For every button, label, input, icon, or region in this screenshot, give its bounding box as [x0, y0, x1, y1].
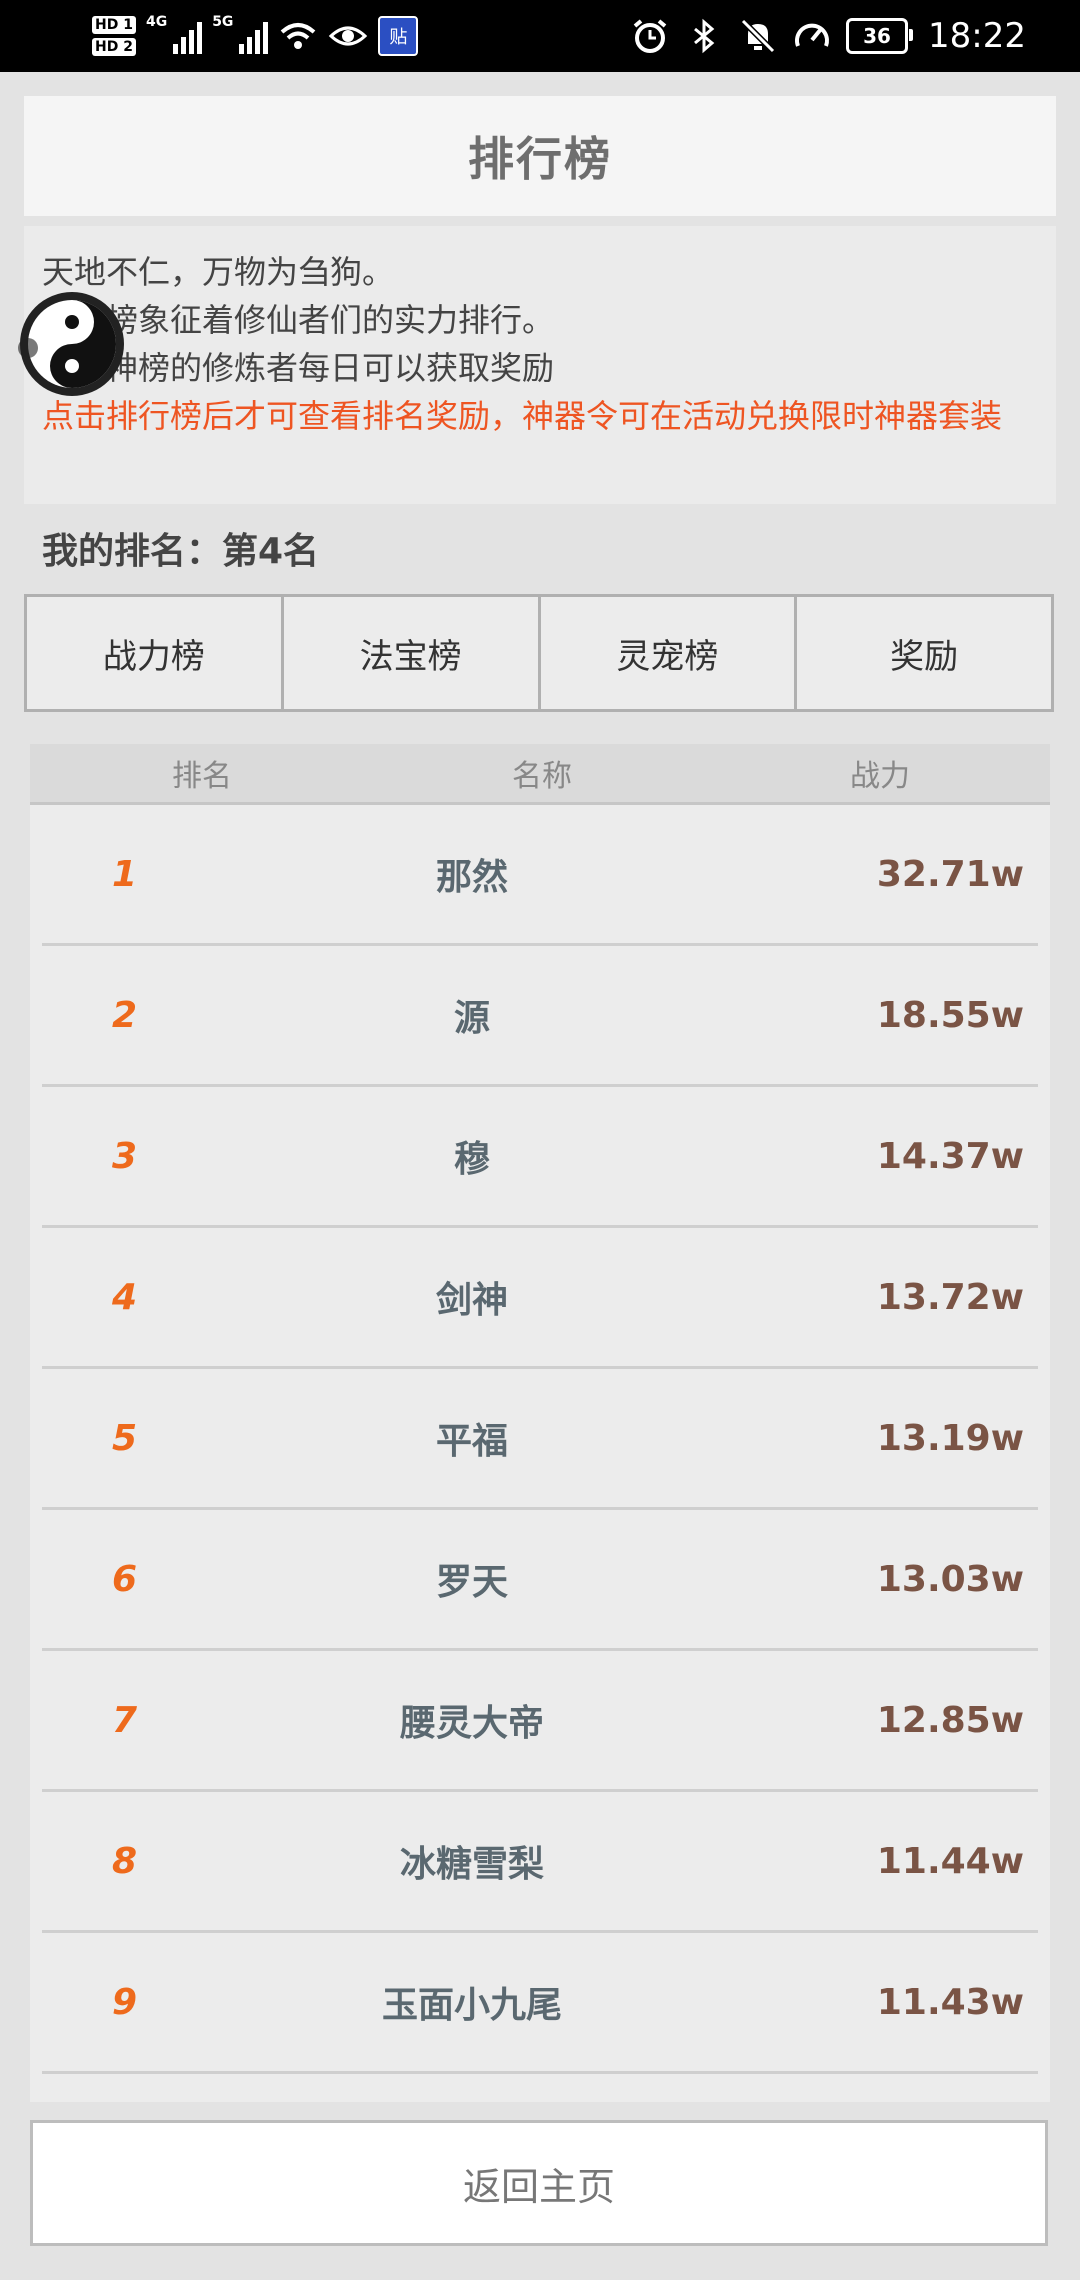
row-power: 18.55w [876, 994, 1024, 1036]
page-title: 排行榜 [468, 132, 612, 186]
tab-spirit-pet[interactable]: 灵宠榜 [541, 597, 798, 709]
return-home-button[interactable]: 返回主页 [30, 2120, 1048, 2246]
app-notification-icon: 贴 [378, 16, 419, 56]
speed-gauge-icon [795, 23, 829, 47]
table-row[interactable]: 6 罗天 13.03w [42, 1510, 1038, 1651]
battery-icon: 36 [846, 18, 914, 54]
tab-combat-power[interactable]: 战力榜 [27, 597, 284, 709]
row-name: 腰灵大帝 [399, 1703, 544, 1744]
description-line-1: 天地不仁，万物为刍狗。 [42, 253, 395, 291]
header-power: 战力 [850, 759, 910, 794]
row-name: 罗天 [435, 1562, 508, 1603]
row-power: 11.43w [876, 1981, 1024, 2023]
hd2-badge: HD 2 [92, 38, 136, 56]
mute-bell-icon [740, 18, 776, 54]
table-rows: 1 那然 32.71w 2 源 18.55w 3 穆 14.37w 4 剑神 1… [30, 805, 1050, 2074]
signal-icon-2 [239, 18, 269, 54]
network-type-1: 4G [145, 14, 168, 30]
header-name: 名称 [512, 759, 572, 794]
bluetooth-icon [694, 18, 715, 54]
description-panel: 天地不仁，万物为刍狗。 榜象征着修仙者们的实力排行。 神榜的修炼者每日可以获取奖… [24, 226, 1056, 504]
ranking-table[interactable]: 排名 名称 战力 1 那然 32.71w 2 源 18.55w 3 穆 14.3… [30, 744, 1050, 2102]
status-right: 36 18:22 [630, 6, 1026, 66]
description-line-2: 榜象征着修仙者们的实力排行。 [42, 301, 555, 339]
row-name: 源 [453, 998, 490, 1039]
row-power: 11.44w [876, 1840, 1024, 1882]
row-name: 那然 [435, 857, 508, 898]
table-row[interactable]: 5 平福 13.19w [42, 1369, 1038, 1510]
status-left: HD 1 HD 2 4G 5G 贴 [92, 6, 419, 66]
sim-indicators: HD 1 HD 2 [92, 16, 136, 56]
title-bar: 排行榜 [24, 96, 1056, 216]
yin-yang-float-icon[interactable] [14, 288, 126, 400]
alarm-icon [633, 19, 667, 53]
row-name: 冰糖雪梨 [399, 1844, 544, 1885]
row-name: 平福 [435, 1421, 508, 1462]
row-power: 13.03w [876, 1558, 1024, 1600]
clock: 18:22 [928, 16, 1026, 56]
row-name: 玉面小九尾 [381, 1985, 562, 2026]
table-header: 排名 名称 战力 [30, 744, 1050, 805]
table-row[interactable]: 7 腰灵大帝 12.85w [42, 1651, 1038, 1792]
tab-rewards[interactable]: 奖励 [797, 597, 1051, 709]
leaderboard-tabs: 战力榜 法宝榜 灵宠榜 奖励 [24, 594, 1054, 712]
reward-notice: 点击排行榜后才可查看排名奖励，神器令可在活动兑换限时神器套装 [42, 397, 1003, 435]
row-power: 13.72w [876, 1276, 1024, 1318]
table-row[interactable]: 2 源 18.55w [42, 946, 1038, 1087]
row-name: 穆 [453, 1139, 490, 1180]
network-type-2: 5G [212, 14, 234, 30]
eye-icon [329, 26, 368, 46]
table-row[interactable]: 4 剑神 13.72w [42, 1228, 1038, 1369]
battery-level: 36 [863, 24, 891, 48]
description-line-3: 神榜的修炼者每日可以获取奖励 [42, 349, 555, 387]
table-row[interactable]: 8 冰糖雪梨 11.44w [42, 1792, 1038, 1933]
row-power: 14.37w [876, 1135, 1024, 1177]
table-row[interactable]: 9 玉面小九尾 11.43w [42, 1933, 1038, 2074]
header-rank: 排名 [172, 759, 232, 794]
status-bar: HD 1 HD 2 4G 5G 贴 36 18:22 [0, 0, 1080, 72]
row-power: 13.19w [876, 1417, 1024, 1459]
my-rank: 我的排名：第4名 [42, 531, 320, 572]
table-row[interactable]: 3 穆 14.37w [42, 1087, 1038, 1228]
wifi-icon [281, 23, 316, 49]
row-name: 剑神 [435, 1280, 508, 1321]
row-power: 12.85w [876, 1699, 1024, 1741]
tab-artifact[interactable]: 法宝榜 [284, 597, 541, 709]
row-power: 32.71w [876, 853, 1024, 895]
hd1-badge: HD 1 [92, 16, 136, 34]
signal-icon-1 [173, 18, 203, 54]
table-row[interactable]: 1 那然 32.71w [42, 805, 1038, 946]
